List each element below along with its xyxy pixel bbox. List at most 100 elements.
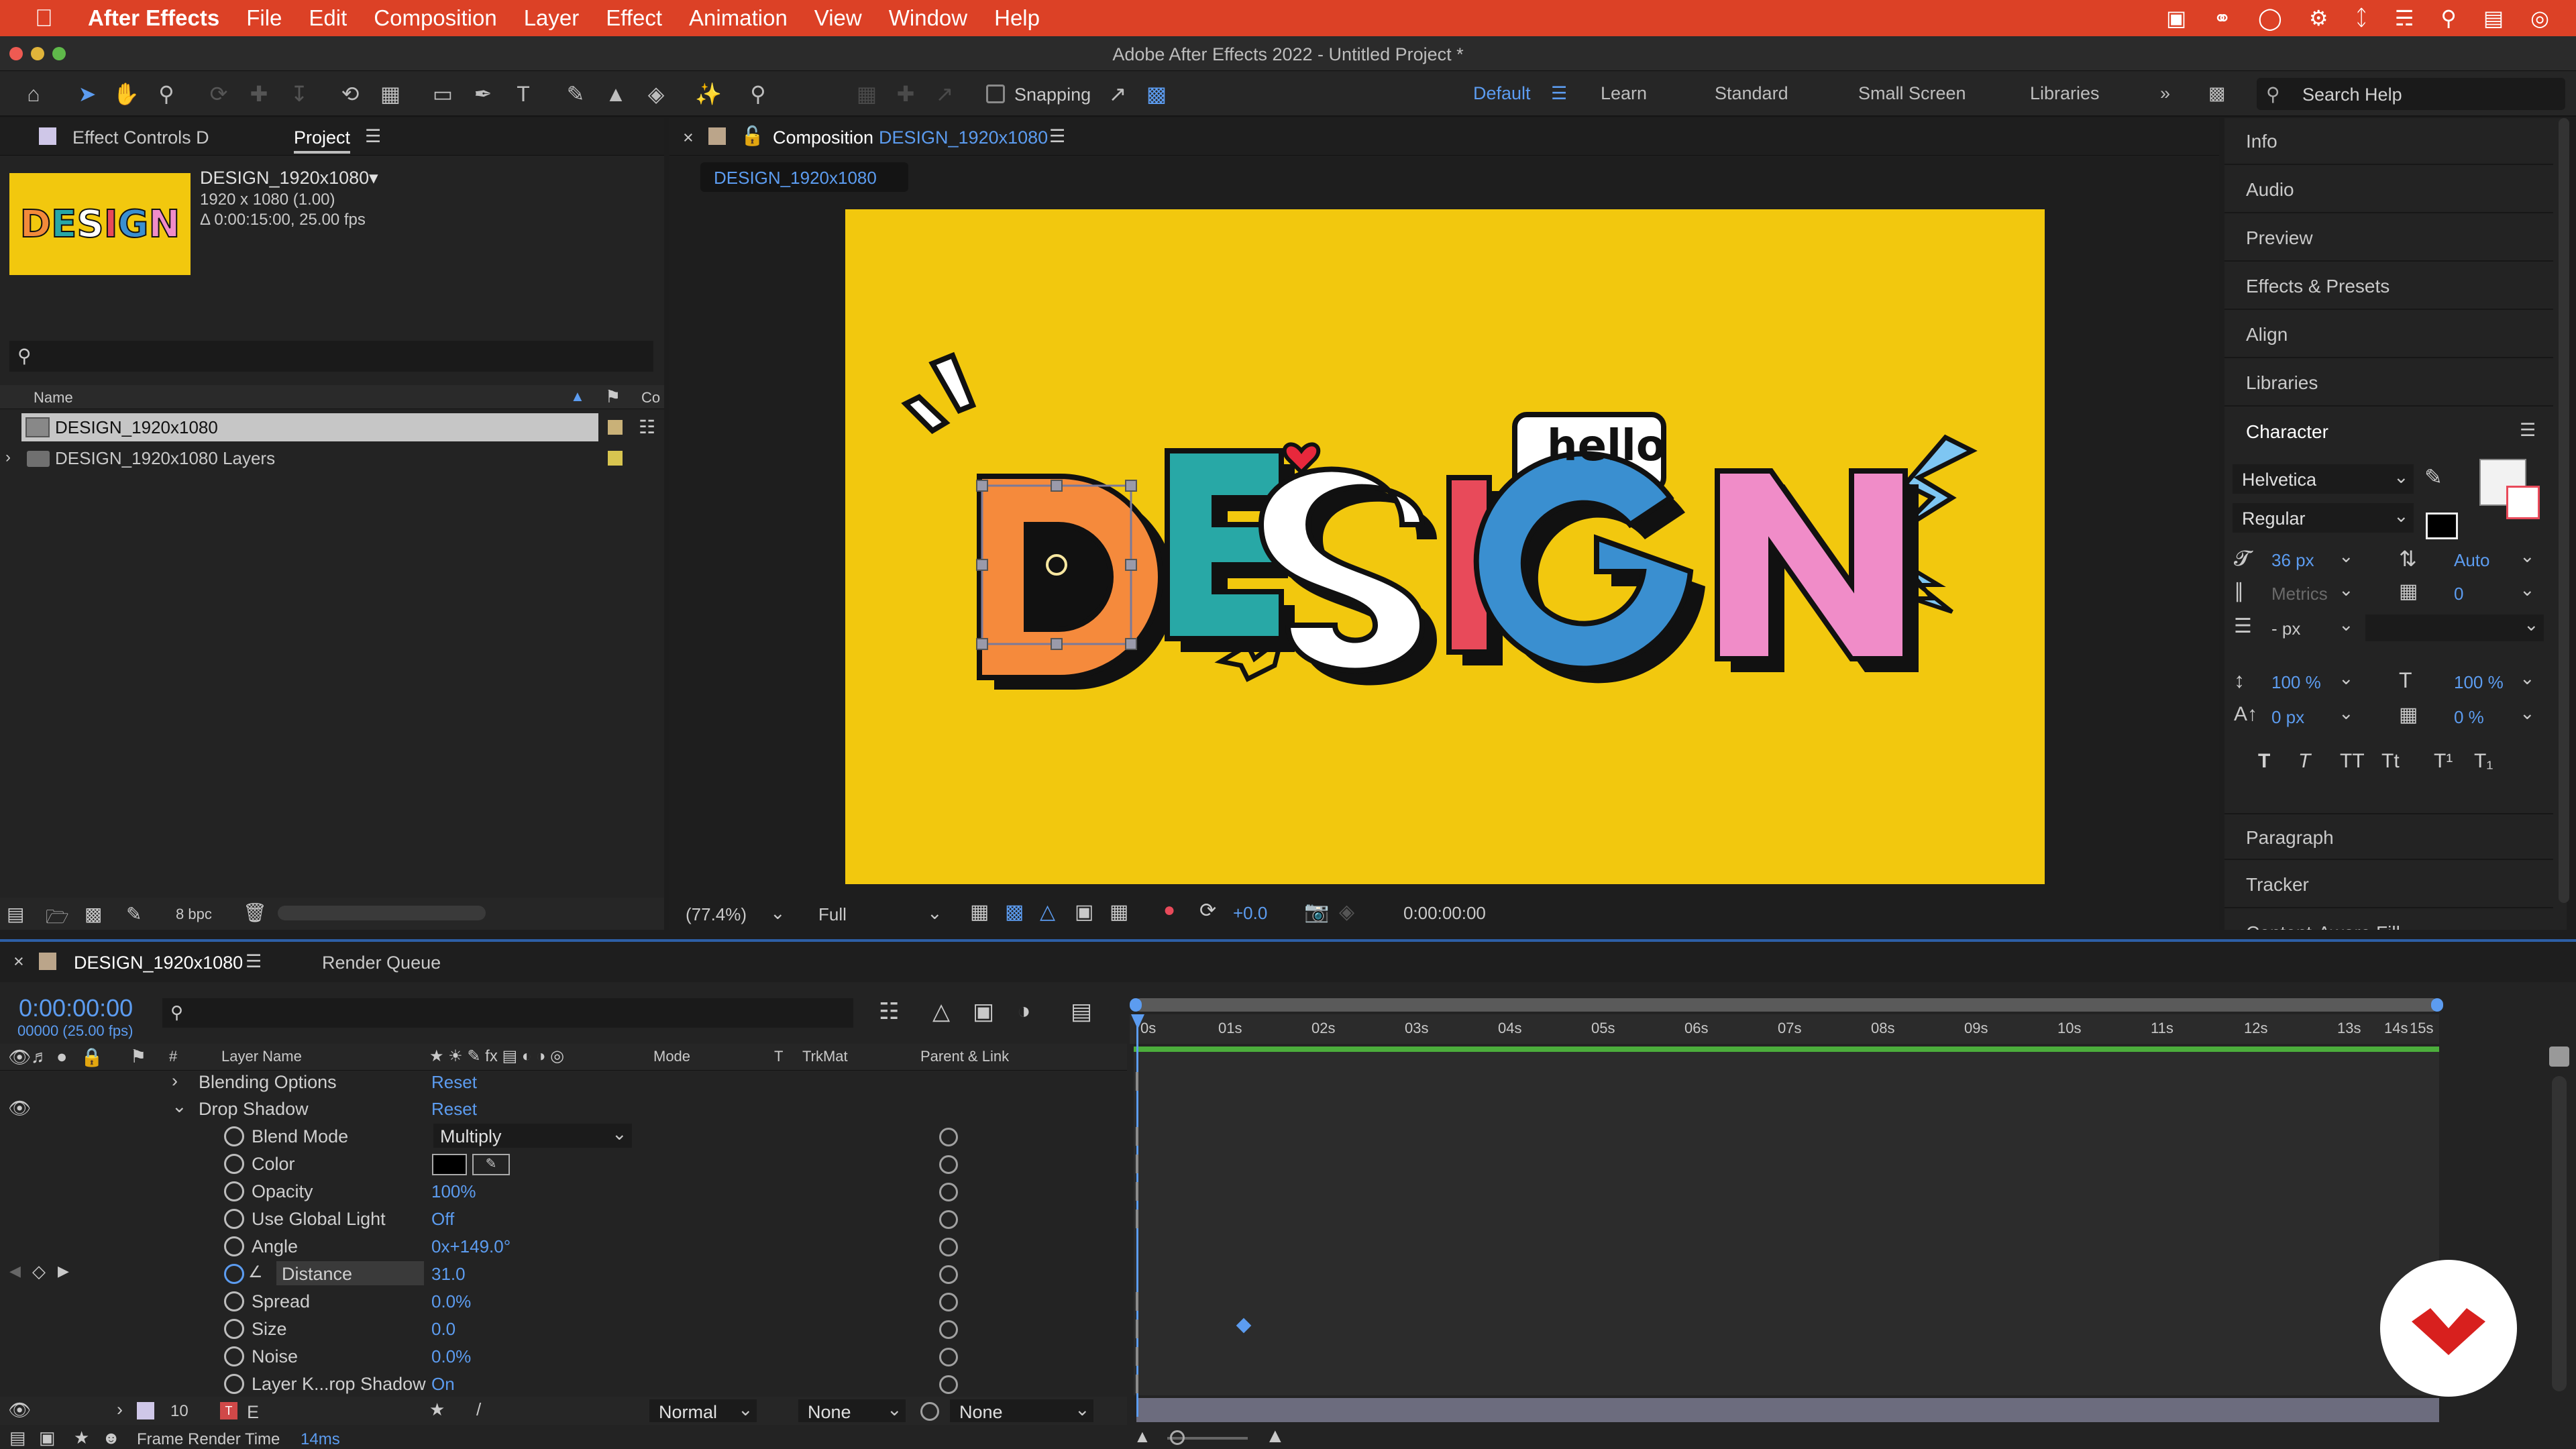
superscript-button[interactable]: T¹	[2434, 750, 2453, 773]
axis-mode-icon[interactable]: ✚	[892, 80, 919, 107]
snap-features-icon[interactable]: ▩	[1143, 80, 1170, 107]
zoom-tool-icon[interactable]: ⚲	[153, 80, 180, 107]
expression-pickwhip-icon[interactable]	[939, 1375, 958, 1394]
property-row-size[interactable]: Size 0.0	[0, 1315, 1127, 1342]
control-center-icon[interactable]: ▤	[2483, 5, 2504, 31]
stroke-width-value[interactable]: - px	[2271, 619, 2300, 639]
property-row-layer-knocks-out[interactable]: Layer K...rop Shadow On	[0, 1370, 1127, 1397]
menu-layer[interactable]: Layer	[524, 5, 580, 31]
rectangle-tool-icon[interactable]: ▭	[429, 80, 456, 107]
property-row-use-global-light[interactable]: Use Global Light Off	[0, 1205, 1127, 1232]
expand-chevron-icon[interactable]: ›	[117, 1399, 123, 1420]
chevron-down-icon[interactable]: ⌄	[2520, 703, 2535, 724]
stopwatch-icon[interactable]	[224, 1291, 244, 1311]
faux-bold-button[interactable]: T	[2258, 750, 2270, 773]
character-menu-icon[interactable]: ☰	[2520, 420, 2536, 441]
black-fill-swatch[interactable]	[2426, 513, 2458, 539]
panel-preview[interactable]: Preview	[2224, 215, 2553, 262]
dolly-camera-tool-icon[interactable]: ↧	[286, 80, 313, 107]
comp-panel-menu-icon[interactable]: ☰	[1049, 126, 1065, 147]
workspace-small-screen[interactable]: Small Screen	[1858, 83, 1966, 104]
chevron-down-icon[interactable]: ⌄	[2520, 546, 2535, 567]
sort-ascending-icon[interactable]: ▲	[570, 388, 585, 405]
layer-mode-dropdown[interactable]: Normal ⌄	[649, 1399, 757, 1422]
type-tool-icon[interactable]: T	[510, 80, 537, 107]
tab-project[interactable]: Project	[294, 127, 351, 154]
chevron-down-icon[interactable]: ⌄	[2520, 580, 2535, 600]
layer-track-bar[interactable]	[1136, 1398, 2439, 1422]
expand-chevron-icon[interactable]: ›	[172, 1071, 178, 1091]
property-value[interactable]: 0.0%	[431, 1346, 471, 1367]
close-timeline-tab-icon[interactable]: ×	[13, 951, 24, 972]
property-row-noise[interactable]: Noise 0.0%	[0, 1342, 1127, 1370]
layer-trkmat-dropdown[interactable]: None ⌄	[798, 1399, 906, 1422]
work-area-bar[interactable]	[1134, 998, 2439, 1012]
property-value[interactable]: 0x+149.0°	[431, 1236, 511, 1257]
faux-italic-button[interactable]: T	[2298, 750, 2310, 773]
stroke-style-dropdown[interactable]: ⌄	[2365, 614, 2544, 641]
playhead-marker[interactable]	[1131, 1014, 1144, 1029]
color-channels-icon[interactable]: ●	[1163, 899, 1175, 922]
resolution-dropdown[interactable]: Full ⌄	[810, 902, 945, 927]
stroke-color-swatch[interactable]	[2506, 486, 2540, 519]
property-row-distance[interactable]: ◀ ◇ ▶ ∠ Distance 31.0	[0, 1260, 1127, 1287]
lock-switch-icon[interactable]: 🔒	[80, 1046, 103, 1068]
anchor-point-tool-icon[interactable]: ▦	[377, 80, 404, 107]
expression-pickwhip-icon[interactable]	[939, 1183, 958, 1201]
timeline-navigator-end-icon[interactable]	[2549, 1046, 2569, 1067]
layer-parent-dropdown[interactable]: None ⌄	[950, 1399, 1093, 1422]
fast-previews-icon[interactable]: ▦	[970, 900, 989, 924]
timeline-search-input[interactable]: ⚲	[162, 998, 853, 1028]
vertical-scale-value[interactable]: 100 %	[2271, 672, 2321, 693]
col-comment[interactable]: Co	[641, 389, 660, 407]
puppet-pin-tool-icon[interactable]: ⚲	[745, 80, 771, 107]
bluetooth-icon[interactable]: ᛨ	[2355, 5, 2368, 31]
panel-content-aware-fill[interactable]: Content-Aware Fill	[2224, 910, 2553, 930]
spotlight-search-icon[interactable]: ⚲	[2440, 5, 2456, 31]
work-area-start-handle[interactable]	[1130, 998, 1142, 1012]
eye-icon[interactable]: 👁	[8, 1097, 31, 1119]
status-icon-1[interactable]: ▤	[9, 1428, 26, 1448]
comp-sub-tab[interactable]: DESIGN_1920x1080	[700, 162, 908, 192]
home-icon[interactable]: ⌂	[20, 80, 47, 107]
stopwatch-icon[interactable]	[224, 1319, 244, 1339]
status-icon-4[interactable]: ☻	[102, 1428, 120, 1448]
timeline-menu-icon[interactable]: ☰	[246, 951, 262, 972]
project-settings-icon[interactable]: ✎	[126, 903, 142, 925]
property-value[interactable]: On	[431, 1374, 455, 1395]
property-row-spread[interactable]: Spread 0.0%	[0, 1287, 1127, 1315]
next-keyframe-icon[interactable]: ▶	[58, 1263, 69, 1280]
roto-brush-tool-icon[interactable]: ✨	[695, 80, 722, 107]
all-caps-button[interactable]: TT	[2340, 750, 2365, 773]
menu-app-name[interactable]: After Effects	[88, 5, 219, 31]
property-value[interactable]: Off	[431, 1209, 454, 1230]
quality-icon[interactable]: /	[476, 1399, 481, 1420]
panel-info[interactable]: Info	[2224, 118, 2553, 165]
stopwatch-icon[interactable]	[224, 1181, 244, 1201]
align-3d-icon[interactable]: ▦	[853, 80, 880, 107]
timeline-tab[interactable]: DESIGN_1920x1080	[74, 953, 243, 973]
work-area-end-handle[interactable]	[2431, 998, 2443, 1012]
sync-settings-icon[interactable]: ▩	[2208, 83, 2226, 104]
comp-info-name[interactable]: DESIGN_1920x1080▾	[200, 168, 378, 189]
property-value[interactable]: 31.0	[431, 1264, 466, 1285]
snap-edges-icon[interactable]: ↗	[1104, 80, 1131, 107]
pan-camera-tool-icon[interactable]: ✚	[246, 80, 272, 107]
stopwatch-active-icon[interactable]	[224, 1264, 244, 1284]
new-composition-icon[interactable]: ▩	[85, 903, 102, 925]
font-size-value[interactable]: 36 px	[2271, 550, 2314, 571]
eraser-tool-icon[interactable]: ◈	[643, 80, 669, 107]
workspace-menu-icon[interactable]: ☰	[1551, 83, 1567, 104]
region-of-interest-icon[interactable]: ▣	[1075, 900, 1093, 924]
tsume-value[interactable]: 0 %	[2454, 707, 2484, 728]
render-queue-tab[interactable]: Render Queue	[322, 953, 441, 973]
stopwatch-icon[interactable]	[224, 1236, 244, 1256]
frame-blending-icon[interactable]: ◑	[1017, 998, 1031, 1024]
time-ruler[interactable]: 0s 01s 02s 03s 04s 05s 06s 07s 08s 09s 1…	[1130, 1014, 2439, 1044]
comp-tab-prefix[interactable]: Composition	[773, 127, 873, 148]
project-item-row[interactable]: › DESIGN_1920x1080 Layers	[0, 443, 664, 474]
status-icon-3[interactable]: ★	[74, 1428, 89, 1448]
header-trkmat[interactable]: TrkMat	[802, 1048, 848, 1065]
flowchart-icon[interactable]: ☷	[639, 416, 655, 438]
panel-paragraph[interactable]: Paragraph	[2224, 813, 2553, 860]
